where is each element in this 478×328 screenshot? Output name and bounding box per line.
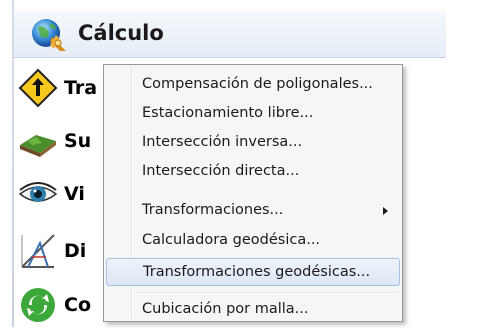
menu-item-label: Estacionamiento libre... xyxy=(142,105,314,121)
panel-header-calculo[interactable]: Cálculo xyxy=(14,10,446,58)
sync-arrows-icon xyxy=(18,285,58,325)
panel-header-label: Cálculo xyxy=(78,21,164,45)
traffic-sign-icon xyxy=(18,68,58,108)
menu-item-transformaciones[interactable]: Transformaciones... xyxy=(106,197,400,225)
panel-item-label: Di xyxy=(64,240,87,262)
menu-item-interseccion-directa[interactable]: Intersección directa... xyxy=(106,158,400,186)
menu-item-label: Intersección inversa... xyxy=(142,134,303,150)
drawing-tools-icon xyxy=(18,231,58,271)
menu-item-label: Transformaciones geodésicas... xyxy=(143,264,371,280)
panel-item-label: Tra xyxy=(64,77,98,99)
menu-item-label: Intersección directa... xyxy=(142,163,300,179)
menu-item-label: Calculadora geodésica... xyxy=(142,232,321,248)
context-menu: Compensación de poligonales... Estaciona… xyxy=(103,64,403,322)
menu-item-estacionamiento-libre[interactable]: Estacionamiento libre... xyxy=(106,100,400,128)
menu-item-transformaciones-geodesicas[interactable]: Transformaciones geodésicas... xyxy=(106,258,400,286)
menu-item-label: Compensación de poligonales... xyxy=(142,76,373,92)
panel-item-label: Co xyxy=(64,294,91,316)
menu-item-label: Cubicación por malla... xyxy=(142,301,309,317)
menu-separator xyxy=(136,292,398,294)
surface-terrain-icon xyxy=(18,121,58,161)
menu-item-compensacion-poligonales[interactable]: Compensación de poligonales... xyxy=(106,71,400,99)
calculation-globe-icon xyxy=(30,15,70,55)
submenu-arrow-icon xyxy=(383,207,388,215)
menu-item-calculadora-geodesica[interactable]: Calculadora geodésica... xyxy=(106,227,400,255)
panel-item-label: Su xyxy=(64,130,92,152)
panel-item-label: Vi xyxy=(64,183,85,205)
eye-icon xyxy=(18,174,58,214)
menu-item-interseccion-inversa[interactable]: Intersección inversa... xyxy=(106,129,400,157)
menu-item-label: Transformaciones... xyxy=(142,202,284,218)
menu-item-cubicacion-malla[interactable]: Cubicación por malla... xyxy=(106,296,400,324)
